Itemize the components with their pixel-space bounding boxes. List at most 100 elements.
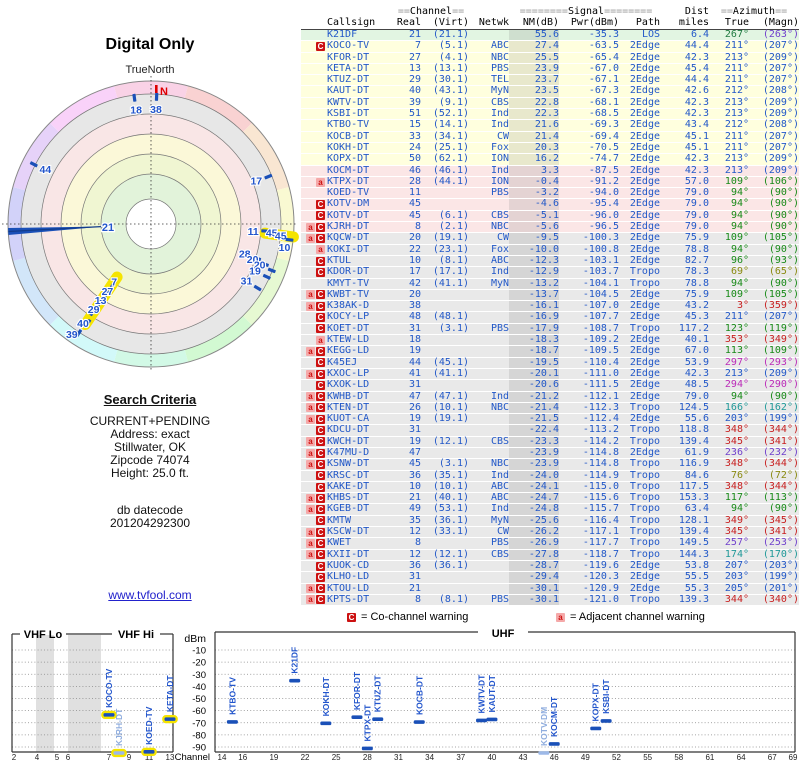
- cell-real: 12: [408, 526, 421, 538]
- cell-path: Tropo: [629, 526, 660, 538]
- vhf-hi-label: VHF Hi: [118, 629, 154, 641]
- vhf-xtick: 13: [166, 753, 175, 762]
- tvfool-report-page: Digital Only TrueNorth 21 18 38 44 17 11 45 45 1…: [0, 0, 800, 768]
- cell-virt: (14.1): [432, 119, 469, 131]
- cell-netwk: [469, 425, 509, 435]
- cell-nm: 21.4: [509, 131, 559, 142]
- cell-callsign: K47MU-D: [327, 446, 370, 458]
- north-tick-icon: [155, 85, 158, 93]
- station-label: KOPX-DT: [591, 682, 601, 721]
- cell-nm: 16.2: [509, 153, 559, 165]
- cell-real: 29: [408, 74, 421, 86]
- cell-pwr: -94.0: [588, 187, 619, 199]
- co-channel-badge-icon: C: [347, 612, 356, 622]
- cell-magn: (209°): [762, 367, 799, 379]
- vhf-xtick: 2: [12, 753, 17, 762]
- cell-magn: (199°): [762, 413, 799, 425]
- cell-true: 348°: [724, 424, 749, 436]
- radar-title: Digital Only: [105, 36, 195, 53]
- cell-real: 50: [408, 153, 421, 165]
- co-channel-badge-icon: C: [316, 211, 325, 221]
- cell-magn: (209°): [762, 96, 799, 108]
- cell-warn: [301, 53, 327, 63]
- tvfool-link[interactable]: www.tvfool.com: [0, 588, 300, 602]
- cell-warn: C: [301, 471, 327, 481]
- cell-nm: -13.2: [509, 278, 559, 289]
- cell-netwk: [469, 30, 509, 40]
- cell-callsign: KOPX-DT: [327, 153, 370, 165]
- cell-real: 11: [408, 187, 421, 199]
- cell-magn: (106°): [762, 175, 799, 187]
- table-row: a C KPTS-DT 8 (8.1) PBS -30.1 -121.0 Tropo 139.3 3…: [301, 593, 799, 607]
- cell-nm: -16.9: [509, 311, 559, 323]
- cell-callsign: KUOT-CA: [327, 413, 370, 425]
- cell-path: 2Edge: [629, 62, 660, 74]
- cell-real: 26: [408, 401, 421, 413]
- cell-virt: (46.1): [432, 164, 469, 176]
- cell-true: 109°: [724, 232, 749, 244]
- cell-pwr: -69.4: [588, 130, 619, 142]
- cell-nm: -23.9: [509, 458, 559, 470]
- table-rows: K21DF 21 (21.1) 55.6 -35.3 LOS 6.4 267° (263°) C K…: [301, 29, 799, 607]
- cell-real: 31: [408, 322, 421, 334]
- cell-warn: [301, 143, 327, 153]
- cell-nm: -27.8: [509, 549, 559, 560]
- station-label: KJRH-DT: [114, 708, 124, 746]
- cell-warn: aC: [301, 459, 327, 469]
- station-label: KTBO-TV: [227, 677, 237, 715]
- cell-virt: (2.1): [438, 221, 469, 233]
- cell-netwk: ION: [490, 175, 509, 187]
- cell-miles: 44.4: [684, 74, 709, 86]
- cell-virt: (30.1): [432, 74, 469, 86]
- cell-netwk: ION: [490, 153, 509, 165]
- cell-virt: (8.1): [438, 593, 469, 605]
- cell-nm: 27.4: [509, 40, 559, 52]
- cell-netwk: CBS: [490, 96, 509, 108]
- cell-warn: C: [301, 267, 327, 277]
- cell-callsign: KOTV-DT: [327, 209, 370, 221]
- cell-real: 47: [408, 446, 421, 458]
- cell-virt: [421, 425, 469, 435]
- cell-virt: (33.1): [432, 526, 469, 538]
- cell-path: Tropo: [629, 435, 660, 447]
- adjacent-channel-badge-icon: a: [306, 595, 315, 605]
- cell-pwr: -68.5: [588, 108, 619, 120]
- cell-true: 94°: [730, 198, 749, 210]
- cell-netwk: PBS: [490, 322, 509, 334]
- station-marker: [113, 751, 125, 755]
- uhf-xtick: 40: [487, 753, 496, 762]
- cell-magn: (344°): [762, 424, 799, 436]
- cell-netwk: Fox: [490, 141, 509, 153]
- cell-warn: [301, 98, 327, 108]
- cell-magn: (119°): [762, 322, 799, 334]
- col-netwk: Netwk: [478, 17, 509, 28]
- cell-nm: -24.0: [509, 470, 559, 481]
- cell-callsign: KSNW-DT: [327, 458, 370, 470]
- cell-netwk: ABC: [490, 492, 509, 504]
- adjacent-channel-badge-icon: a: [306, 233, 315, 243]
- cell-magn: (207°): [762, 311, 799, 323]
- co-channel-badge-icon: C: [316, 358, 325, 368]
- cell-real: 31: [408, 424, 421, 436]
- cell-true: 94°: [730, 390, 749, 402]
- cell-pwr: -35.3: [588, 29, 619, 40]
- co-channel-badge-icon: C: [316, 200, 325, 210]
- cell-magn: (344°): [762, 458, 799, 470]
- station-marker: [103, 713, 115, 717]
- cell-pwr: -100.8: [582, 243, 619, 255]
- cell-miles: 44.4: [684, 40, 709, 52]
- cell-miles: 128.1: [678, 514, 709, 526]
- cell-nm: -5.6: [509, 221, 559, 233]
- cell-warn: C: [301, 211, 327, 221]
- cell-pwr: -119.6: [582, 559, 619, 571]
- co-channel-badge-icon: C: [316, 346, 325, 356]
- adjacent-channel-badge-icon: a: [306, 550, 315, 560]
- station-marker: [226, 720, 238, 724]
- cell-real: 40: [408, 85, 421, 97]
- cell-pwr: -112.1: [582, 390, 619, 402]
- uhf-xtick: 14: [218, 753, 227, 762]
- cell-true: 213°: [724, 164, 749, 176]
- cell-miles: 78.8: [684, 277, 709, 289]
- cell-warn: aC: [301, 550, 327, 560]
- cell-miles: 139.4: [678, 435, 709, 447]
